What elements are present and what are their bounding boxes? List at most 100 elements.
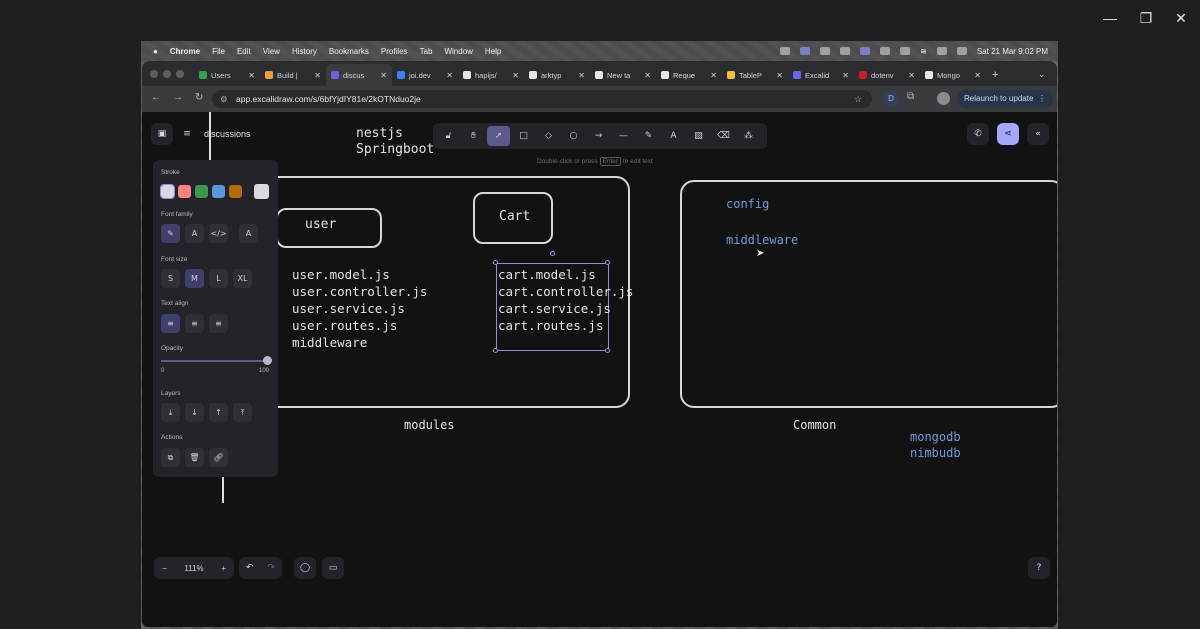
common-container-box[interactable] <box>680 180 1057 408</box>
common-config-text[interactable]: config <box>726 197 769 211</box>
tab-3[interactable]: joi.dev ✕ <box>392 64 458 86</box>
wifi-icon[interactable]: ≋ <box>920 47 927 56</box>
restore-button[interactable]: ❐ <box>1136 10 1156 26</box>
presentation-icon[interactable]: ▭ <box>322 557 344 579</box>
tab-close-icon[interactable]: ✕ <box>974 71 981 80</box>
resize-handle[interactable] <box>493 260 498 265</box>
site-info-icon[interactable]: ⚙ <box>220 90 228 108</box>
db-mongodb-text[interactable]: mongodb <box>910 430 961 444</box>
drawing-text-nestjs[interactable]: nestjs <box>356 126 403 141</box>
resize-handle[interactable] <box>605 260 610 265</box>
link-icon[interactable]: 🔗︎ <box>209 448 228 467</box>
drawing-text-line[interactable]: cart.controller.js <box>498 283 633 300</box>
window-minimize-dot[interactable] <box>163 70 171 78</box>
zoom-out-button[interactable]: − <box>162 564 167 573</box>
menu-profiles[interactable]: Profiles <box>381 47 408 56</box>
duplicate-icon[interactable]: ⧉ <box>161 448 180 467</box>
minimize-button[interactable]: — <box>1100 10 1120 26</box>
kebab-menu-icon[interactable]: ⋮ <box>1038 90 1046 108</box>
drawing-text-line[interactable]: cart.service.js <box>498 300 633 317</box>
stroke-color-swatch[interactable] <box>160 184 175 199</box>
collapse-sidebar-icon[interactable]: « <box>1027 123 1049 145</box>
menu-tab[interactable]: Tab <box>420 47 433 56</box>
send-to-back-icon[interactable]: ⤓ <box>161 403 180 422</box>
pencil-tool-icon[interactable]: ✎ <box>637 126 660 146</box>
tab-6[interactable]: New ta ✕ <box>590 64 656 86</box>
tab-2[interactable]: discus ✕ <box>326 64 392 86</box>
drawing-text-line[interactable]: cart.model.js <box>498 266 633 283</box>
tab-close-icon[interactable]: ✕ <box>710 71 717 80</box>
drawing-text-springboot[interactable]: Springboot <box>356 142 434 157</box>
drawing-text-line[interactable]: user.model.js <box>292 266 427 283</box>
undo-icon[interactable]: ↶ <box>246 563 254 573</box>
status-icon[interactable] <box>840 47 851 55</box>
rotate-handle[interactable] <box>550 251 555 256</box>
tab-close-icon[interactable]: ✕ <box>908 71 915 80</box>
relaunch-button[interactable]: Relaunch to update ⋮ <box>957 90 1053 108</box>
database-text[interactable]: mongodb nimbudb <box>910 429 961 461</box>
bring-forward-icon[interactable]: ↑ <box>209 403 228 422</box>
menu-bookmarks[interactable]: Bookmarks <box>329 47 369 56</box>
tab-close-icon[interactable]: ✕ <box>644 71 651 80</box>
resize-handle[interactable] <box>493 348 498 353</box>
modules-label[interactable]: modules <box>404 418 455 432</box>
drawing-text-line[interactable]: user.routes.js <box>292 317 427 334</box>
hand-tool-icon[interactable]: ✋︎ <box>462 126 485 146</box>
more-tools-icon[interactable]: ⁂ <box>737 126 760 146</box>
stroke-color-swatch[interactable] <box>195 185 208 198</box>
menubar-clock[interactable]: Sat 21 Mar 9:02 PM <box>977 47 1048 56</box>
close-button[interactable]: ✕ <box>1171 10 1191 26</box>
menu-history[interactable]: History <box>292 47 317 56</box>
font-size-m[interactable]: M <box>185 269 204 288</box>
tab-search-button[interactable]: ⌄ <box>1032 64 1051 86</box>
align-left-icon[interactable]: ≡ <box>161 314 180 333</box>
image-tool-icon[interactable]: ▨ <box>687 126 710 146</box>
drawing-text-line[interactable]: user.controller.js <box>292 283 427 300</box>
tab-close-icon[interactable]: ✕ <box>842 71 849 80</box>
drawing-text-line[interactable]: cart.routes.js <box>498 317 633 334</box>
reload-icon[interactable]: ↻ <box>195 92 203 103</box>
font-more-icon[interactable]: A <box>239 224 258 243</box>
window-close-dot[interactable] <box>150 70 158 78</box>
drawing-line[interactable] <box>209 112 211 160</box>
diamond-tool-icon[interactable]: ◇ <box>537 126 560 146</box>
cart-box-label[interactable]: Cart <box>499 209 530 224</box>
tab-close-icon[interactable]: ✕ <box>446 71 453 80</box>
user-box-label[interactable]: user <box>305 217 336 232</box>
common-label[interactable]: Common <box>793 418 836 432</box>
drawing-text-line[interactable]: middleware <box>292 334 427 351</box>
forward-icon[interactable]: → <box>173 92 183 103</box>
excalidraw-canvas[interactable]: ▣ ≡ discussions 🔓︎ ✋︎ ➚ □ ◇ ○ → — ✎ A ▨ … <box>142 112 1057 627</box>
resize-handle[interactable] <box>605 348 610 353</box>
arrow-tool-icon[interactable]: → <box>587 126 610 146</box>
cart-files-text[interactable]: cart.model.js cart.controller.js cart.serv… <box>498 266 633 334</box>
window-zoom-dot[interactable] <box>176 70 184 78</box>
tab-9[interactable]: Excalid ✕ <box>788 64 854 86</box>
font-size-s[interactable]: S <box>161 269 180 288</box>
tab-8[interactable]: TableP ✕ <box>722 64 788 86</box>
font-hand-drawn-icon[interactable]: ✎ <box>161 224 180 243</box>
redo-icon[interactable]: ↷ <box>267 563 275 573</box>
align-center-icon[interactable]: ≡ <box>185 314 204 333</box>
avatar[interactable] <box>937 92 950 105</box>
comment-icon[interactable]: ◯ <box>294 557 316 579</box>
status-icon[interactable] <box>820 47 831 55</box>
menu-file[interactable]: File <box>212 47 225 56</box>
call-icon[interactable]: ✆ <box>967 123 989 145</box>
stroke-color-swatch[interactable] <box>178 185 191 198</box>
tab-close-icon[interactable]: ✕ <box>314 71 321 80</box>
zoom-level[interactable]: 111% <box>184 564 203 573</box>
new-tab-button[interactable]: + <box>986 64 1004 86</box>
profile-badge[interactable]: D <box>884 92 898 106</box>
stroke-color-swatch[interactable] <box>229 185 242 198</box>
status-icon[interactable] <box>780 47 791 55</box>
common-middleware-text[interactable]: middleware <box>726 233 798 247</box>
menu-edit[interactable]: Edit <box>237 47 251 56</box>
drawing-line[interactable] <box>222 477 224 503</box>
screen-share-icon[interactable] <box>860 47 871 55</box>
status-icon[interactable] <box>880 47 891 55</box>
zoom-in-button[interactable]: + <box>221 564 226 573</box>
tab-4[interactable]: hapijs/ ✕ <box>458 64 524 86</box>
stroke-current-swatch[interactable] <box>254 184 269 199</box>
rectangle-tool-icon[interactable]: □ <box>512 126 535 146</box>
